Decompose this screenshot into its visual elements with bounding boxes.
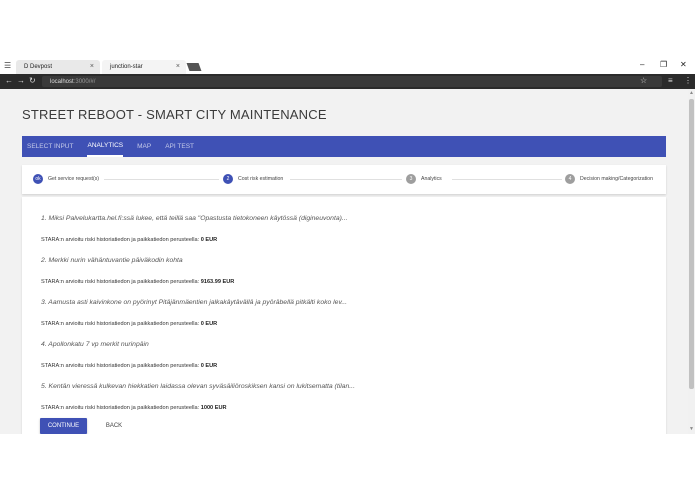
risk-value: 0 EUR [200,237,218,243]
bookmark-star-icon[interactable]: ☆ [640,76,647,85]
step-indicator: 2 [223,174,233,184]
maximize-icon[interactable]: ❐ [660,60,667,69]
step-2[interactable]: 2 Cost risk estimation [223,174,283,184]
risk-text: STARA:n arvioitu riski historiatiedon ja… [41,321,201,327]
url-host: localhost [50,78,74,85]
step-indicator: 3 [406,174,416,184]
step-label: Analytics [421,176,442,182]
risk-text: STARA:n arvioitu riski historiatiedon ja… [41,279,201,285]
app-navbar: SELECT INPUT ANALYTICS MAP API TEST [22,136,666,157]
new-tab-button[interactable] [186,63,202,71]
request-title: 3. Aamusta asti kaivinkone on pyörinyt P… [41,299,348,306]
close-icon[interactable]: × [90,63,94,70]
tab-label: D Devpost [24,64,53,70]
risk-estimate: STARA:n arvioitu riski historiatiedon ja… [41,363,217,369]
scroll-up-icon[interactable]: ▲ [689,90,694,96]
step-connector [104,179,219,180]
risk-value: 0 EUR [200,321,218,327]
risk-estimate: STARA:n arvioitu riski historiatiedon ja… [41,321,217,327]
risk-estimate: STARA:n arvioitu riski historiatiedon ja… [41,279,234,285]
risk-estimate: STARA:n arvioitu riski historiatiedon ja… [41,405,227,411]
step-label: Decision making/Categorization [580,176,653,182]
page-content: STREET REBOOT - SMART CITY MAINTENANCE S… [0,89,688,434]
nav-analytics[interactable]: ANALYTICS [87,136,124,157]
reload-icon[interactable]: ↻ [29,76,36,85]
risk-estimate: STARA:n arvioitu riski historiatiedon ja… [41,237,217,243]
risk-value: 0 EUR [200,363,218,369]
step-connector [452,179,562,180]
tab-label: junction-star [110,64,143,70]
step-label: Cost risk estimation [238,176,284,182]
request-title: 5. Kentän vieressä kulkevan hiekkatien l… [41,383,355,390]
more-menu-icon[interactable]: ⋮ [684,76,692,85]
continue-button[interactable]: CONTINUE [40,418,87,434]
browser-menu-icon[interactable]: ☰ [4,61,11,70]
step-3[interactable]: 3 Analytics [406,174,442,184]
extension-icon[interactable]: ≡ [668,76,673,85]
step-1[interactable]: ok Get service request(s) [33,174,99,184]
step-indicator: 4 [565,174,575,184]
nav-select-input[interactable]: SELECT INPUT [27,136,73,157]
step-4[interactable]: 4 Decision making/Categorization [565,174,653,184]
close-icon[interactable]: × [176,63,180,70]
tab-junction-star[interactable]: junction-star × [102,60,186,74]
back-button[interactable]: BACK [104,418,124,434]
risk-text: STARA:n arvioitu riski historiatiedon ja… [41,405,201,411]
request-title: 1. Miksi Palvelukartta.hel.fi:ssä lukee,… [41,215,348,222]
tab-devpost[interactable]: D Devpost × [16,60,100,74]
back-arrow-icon[interactable]: ← [5,76,13,85]
stepper: ok Get service request(s) 2 Cost risk es… [22,165,666,194]
risk-value: 1000 EUR [200,405,227,411]
nav-api-test[interactable]: API TEST [165,136,194,157]
nav-map[interactable]: MAP [137,136,151,157]
scrollbar-thumb[interactable] [689,99,694,389]
page-title: STREET REBOOT - SMART CITY MAINTENANCE [22,107,327,122]
screenshot: ☰ D Devpost × junction-star × – ❐ ✕ ← → … [0,0,695,494]
scrollbar[interactable]: ▲ ▼ [688,89,695,434]
risk-value: 9163.99 EUR [200,279,235,285]
risk-text: STARA:n arvioitu riski historiatiedon ja… [41,363,201,369]
request-title: 4. Apollonkatu 7 vp merkit nurinpäin [41,341,149,348]
minimize-icon[interactable]: – [640,60,644,69]
scroll-down-icon[interactable]: ▼ [689,426,694,432]
url-input[interactable]: localhost:3000/#/ [42,76,662,87]
close-window-icon[interactable]: ✕ [680,60,687,69]
request-title: 2. Merkki nurin vähäntuvantie päiväkodin… [41,257,183,264]
results-card: 1. Miksi Palvelukartta.hel.fi:ssä lukee,… [22,197,666,434]
step-label: Get service request(s) [48,176,100,182]
forward-arrow-icon[interactable]: → [17,76,25,85]
step-connector [290,179,402,180]
risk-text: STARA:n arvioitu riski historiatiedon ja… [41,237,201,243]
step-indicator: ok [33,174,43,184]
url-path: :3000/#/ [73,78,96,85]
